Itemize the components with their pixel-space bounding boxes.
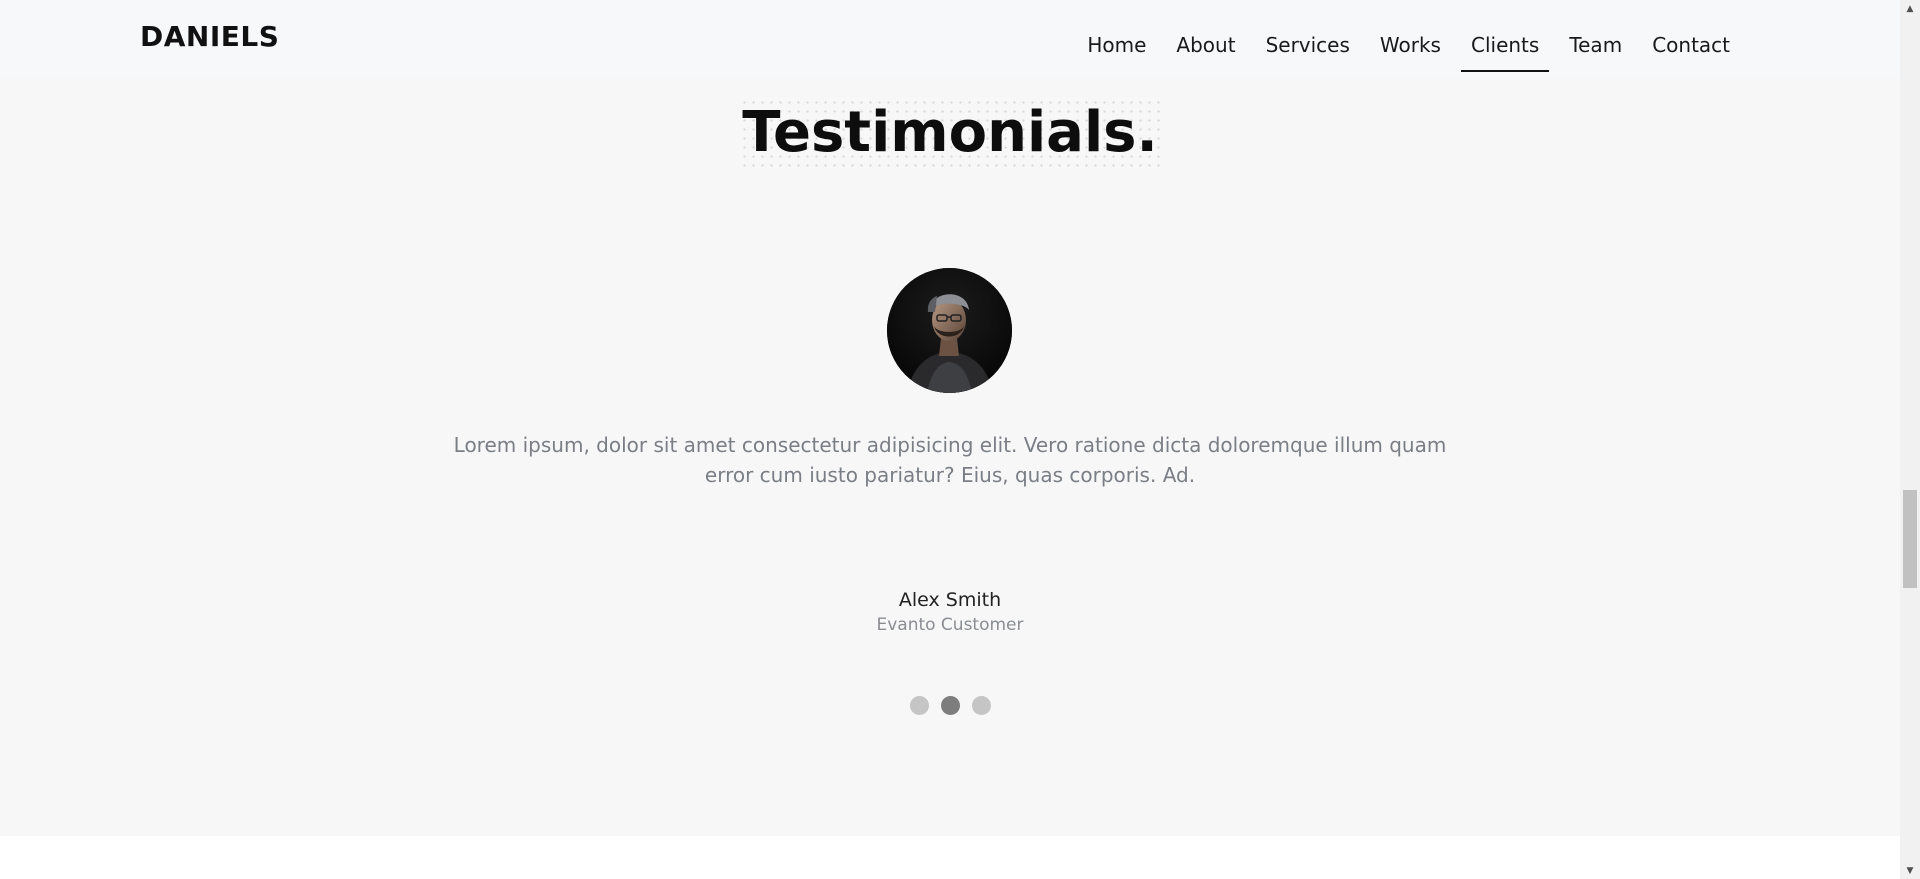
nav-item-about[interactable]: About (1166, 6, 1245, 72)
slider-dots (0, 696, 1900, 715)
nav-item-team[interactable]: Team (1559, 6, 1632, 72)
testimonial-quote: Lorem ipsum, dolor sit amet consectetur … (453, 433, 1447, 487)
avatar-photo (887, 268, 1012, 393)
page: DANIELS Home About Services Works Client… (0, 0, 1900, 879)
section-title: Testimonials. (740, 98, 1160, 167)
testimonial-author-name: Alex Smith (898, 589, 1002, 611)
nav-item-services[interactable]: Services (1256, 6, 1360, 72)
testimonial-author-role: Evanto Customer (876, 615, 1024, 635)
nav-item-contact[interactable]: Contact (1642, 6, 1740, 72)
slider-dot-1[interactable] (909, 696, 929, 715)
nav-item-clients[interactable]: Clients (1460, 6, 1550, 72)
main-nav: Home About Services Works Clients Team C… (1067, 0, 1740, 78)
brand-logo[interactable]: DANIELS (140, 20, 279, 53)
scroll-up-arrow-icon[interactable]: ▲ (1900, 0, 1920, 17)
slider-dot-2[interactable] (940, 696, 960, 715)
scroll-down-arrow-icon[interactable]: ▼ (1900, 862, 1920, 879)
next-section (0, 836, 1900, 879)
scrollbar-thumb[interactable] (1903, 490, 1917, 588)
testimonial-avatar (887, 268, 1012, 393)
nav-item-home[interactable]: Home (1077, 6, 1156, 72)
vertical-scrollbar[interactable]: ▲ ▼ (1900, 0, 1920, 879)
nav-item-works[interactable]: Works (1370, 6, 1451, 72)
title-wrap: Testimonials. (0, 98, 1900, 167)
testimonials-section: Testimonials. Lorem ipsum, dolor sit ame… (0, 78, 1900, 836)
navbar: DANIELS Home About Services Works Client… (0, 0, 1900, 78)
slider-dot-3[interactable] (971, 696, 991, 715)
